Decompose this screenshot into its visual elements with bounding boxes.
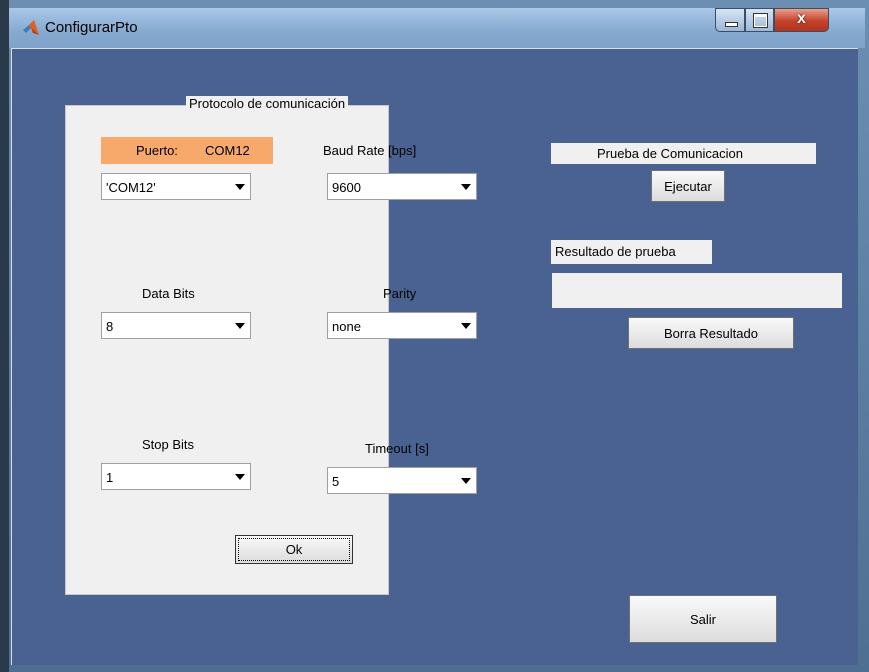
- dropdown-arrow-icon: [461, 323, 471, 329]
- window-title: ConfigurarPto: [45, 19, 138, 36]
- port-select[interactable]: 'COM12': [101, 173, 251, 200]
- port-status-box: Puerto: COM12: [101, 137, 273, 164]
- port-label: Puerto:: [136, 143, 178, 158]
- clear-result-button-label: Borra Resultado: [664, 326, 758, 341]
- ok-button-label: Ok: [285, 542, 303, 557]
- matlab-logo-icon: [23, 20, 39, 35]
- client-area: Protocolo de comunicación Puerto: COM12 …: [11, 48, 858, 665]
- data-bits-select[interactable]: 8: [101, 312, 251, 339]
- ok-button[interactable]: Ok: [235, 535, 353, 564]
- stop-bits-label: Stop Bits: [142, 437, 195, 452]
- minimize-button[interactable]: [715, 8, 745, 32]
- stop-bits-select-value: 1: [106, 470, 114, 485]
- parity-select-value: none: [332, 319, 361, 334]
- dropdown-arrow-icon: [461, 184, 471, 190]
- close-button[interactable]: x: [774, 8, 829, 32]
- port-value: COM12: [205, 143, 250, 158]
- maximize-icon: [754, 14, 767, 27]
- dropdown-arrow-icon: [235, 184, 245, 190]
- data-bits-label: Data Bits: [142, 286, 195, 301]
- window-left-edge: [0, 0, 9, 672]
- timeout-select[interactable]: 5: [327, 467, 477, 494]
- protocol-panel-title: Protocolo de comunicación: [186, 96, 349, 111]
- maximize-button[interactable]: [745, 8, 774, 32]
- parity-label: Parity: [383, 286, 417, 301]
- close-icon: x: [797, 10, 806, 27]
- data-bits-select-value: 8: [106, 319, 114, 334]
- timeout-label: Timeout [s]: [365, 441, 429, 456]
- minimize-icon: [725, 22, 738, 27]
- clear-result-button[interactable]: Borra Resultado: [628, 317, 794, 349]
- communication-test-title: Prueba de Comunicacion: [597, 146, 743, 161]
- protocol-panel: Protocolo de comunicación Puerto: COM12 …: [65, 96, 477, 595]
- communication-test-label: Prueba de Comunicacion: [551, 143, 816, 164]
- run-test-button[interactable]: Ejecutar: [651, 170, 725, 202]
- baud-rate-select[interactable]: 9600: [327, 173, 477, 200]
- port-select-value: 'COM12': [106, 180, 156, 195]
- parity-select[interactable]: none: [327, 312, 477, 339]
- window-frame: ConfigurarPto x Protocolo de comunicació…: [0, 0, 869, 672]
- title-bar[interactable]: ConfigurarPto x: [9, 8, 865, 48]
- stop-bits-select[interactable]: 1: [101, 463, 251, 490]
- exit-button[interactable]: Salir: [629, 595, 777, 643]
- test-result-label: Resultado de prueba: [551, 240, 712, 264]
- dropdown-arrow-icon: [461, 478, 471, 484]
- dropdown-arrow-icon: [235, 474, 245, 480]
- test-result-field: [552, 273, 842, 308]
- timeout-select-value: 5: [332, 474, 340, 489]
- dropdown-arrow-icon: [235, 323, 245, 329]
- exit-button-label: Salir: [689, 612, 716, 627]
- baud-rate-select-value: 9600: [332, 180, 361, 195]
- baud-rate-label: Baud Rate [bps]: [323, 143, 417, 158]
- run-test-button-label: Ejecutar: [664, 179, 712, 194]
- test-result-title: Resultado de prueba: [555, 244, 676, 259]
